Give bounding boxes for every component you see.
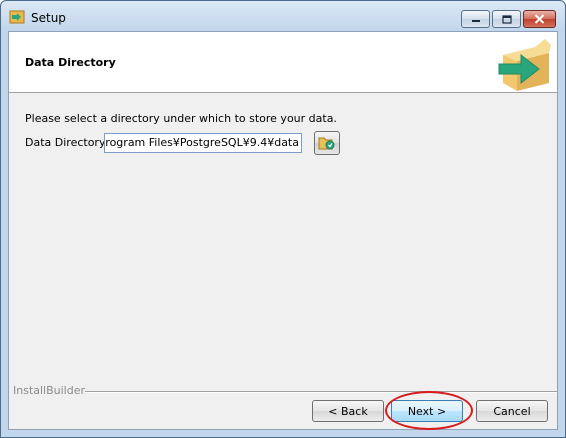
setup-window: Setup Data Directory Please select a dir… (0, 0, 566, 438)
instruction-text: Please select a directory under which to… (25, 112, 337, 125)
header-banner: Data Directory (9, 32, 557, 93)
data-directory-value: ¥Program Files¥PostgreSQL¥9.4¥data (104, 136, 299, 149)
minimize-button[interactable] (461, 10, 490, 28)
client-area: Data Directory Please select a directory… (8, 31, 558, 430)
minimize-icon (471, 20, 480, 22)
close-icon (534, 14, 545, 24)
data-directory-label: Data Directory (25, 136, 106, 149)
close-button[interactable] (523, 10, 556, 28)
app-icon (9, 10, 25, 24)
window-title: Setup (31, 11, 66, 25)
install-arrow-box-icon (498, 39, 551, 91)
page-title: Data Directory (25, 56, 116, 69)
next-button[interactable]: Next > (391, 400, 463, 422)
title-bar[interactable]: Setup (1, 1, 565, 31)
folder-browse-icon (318, 137, 335, 150)
installbuilder-brand: InstallBuilder (13, 384, 86, 397)
maximize-icon (501, 14, 512, 24)
footer-divider (85, 391, 557, 393)
maximize-button[interactable] (492, 10, 521, 28)
back-button[interactable]: < Back (312, 400, 384, 422)
cancel-button[interactable]: Cancel (476, 400, 548, 422)
data-directory-input[interactable]: ¥Program Files¥PostgreSQL¥9.4¥data (104, 133, 302, 153)
browse-button[interactable] (314, 131, 340, 155)
